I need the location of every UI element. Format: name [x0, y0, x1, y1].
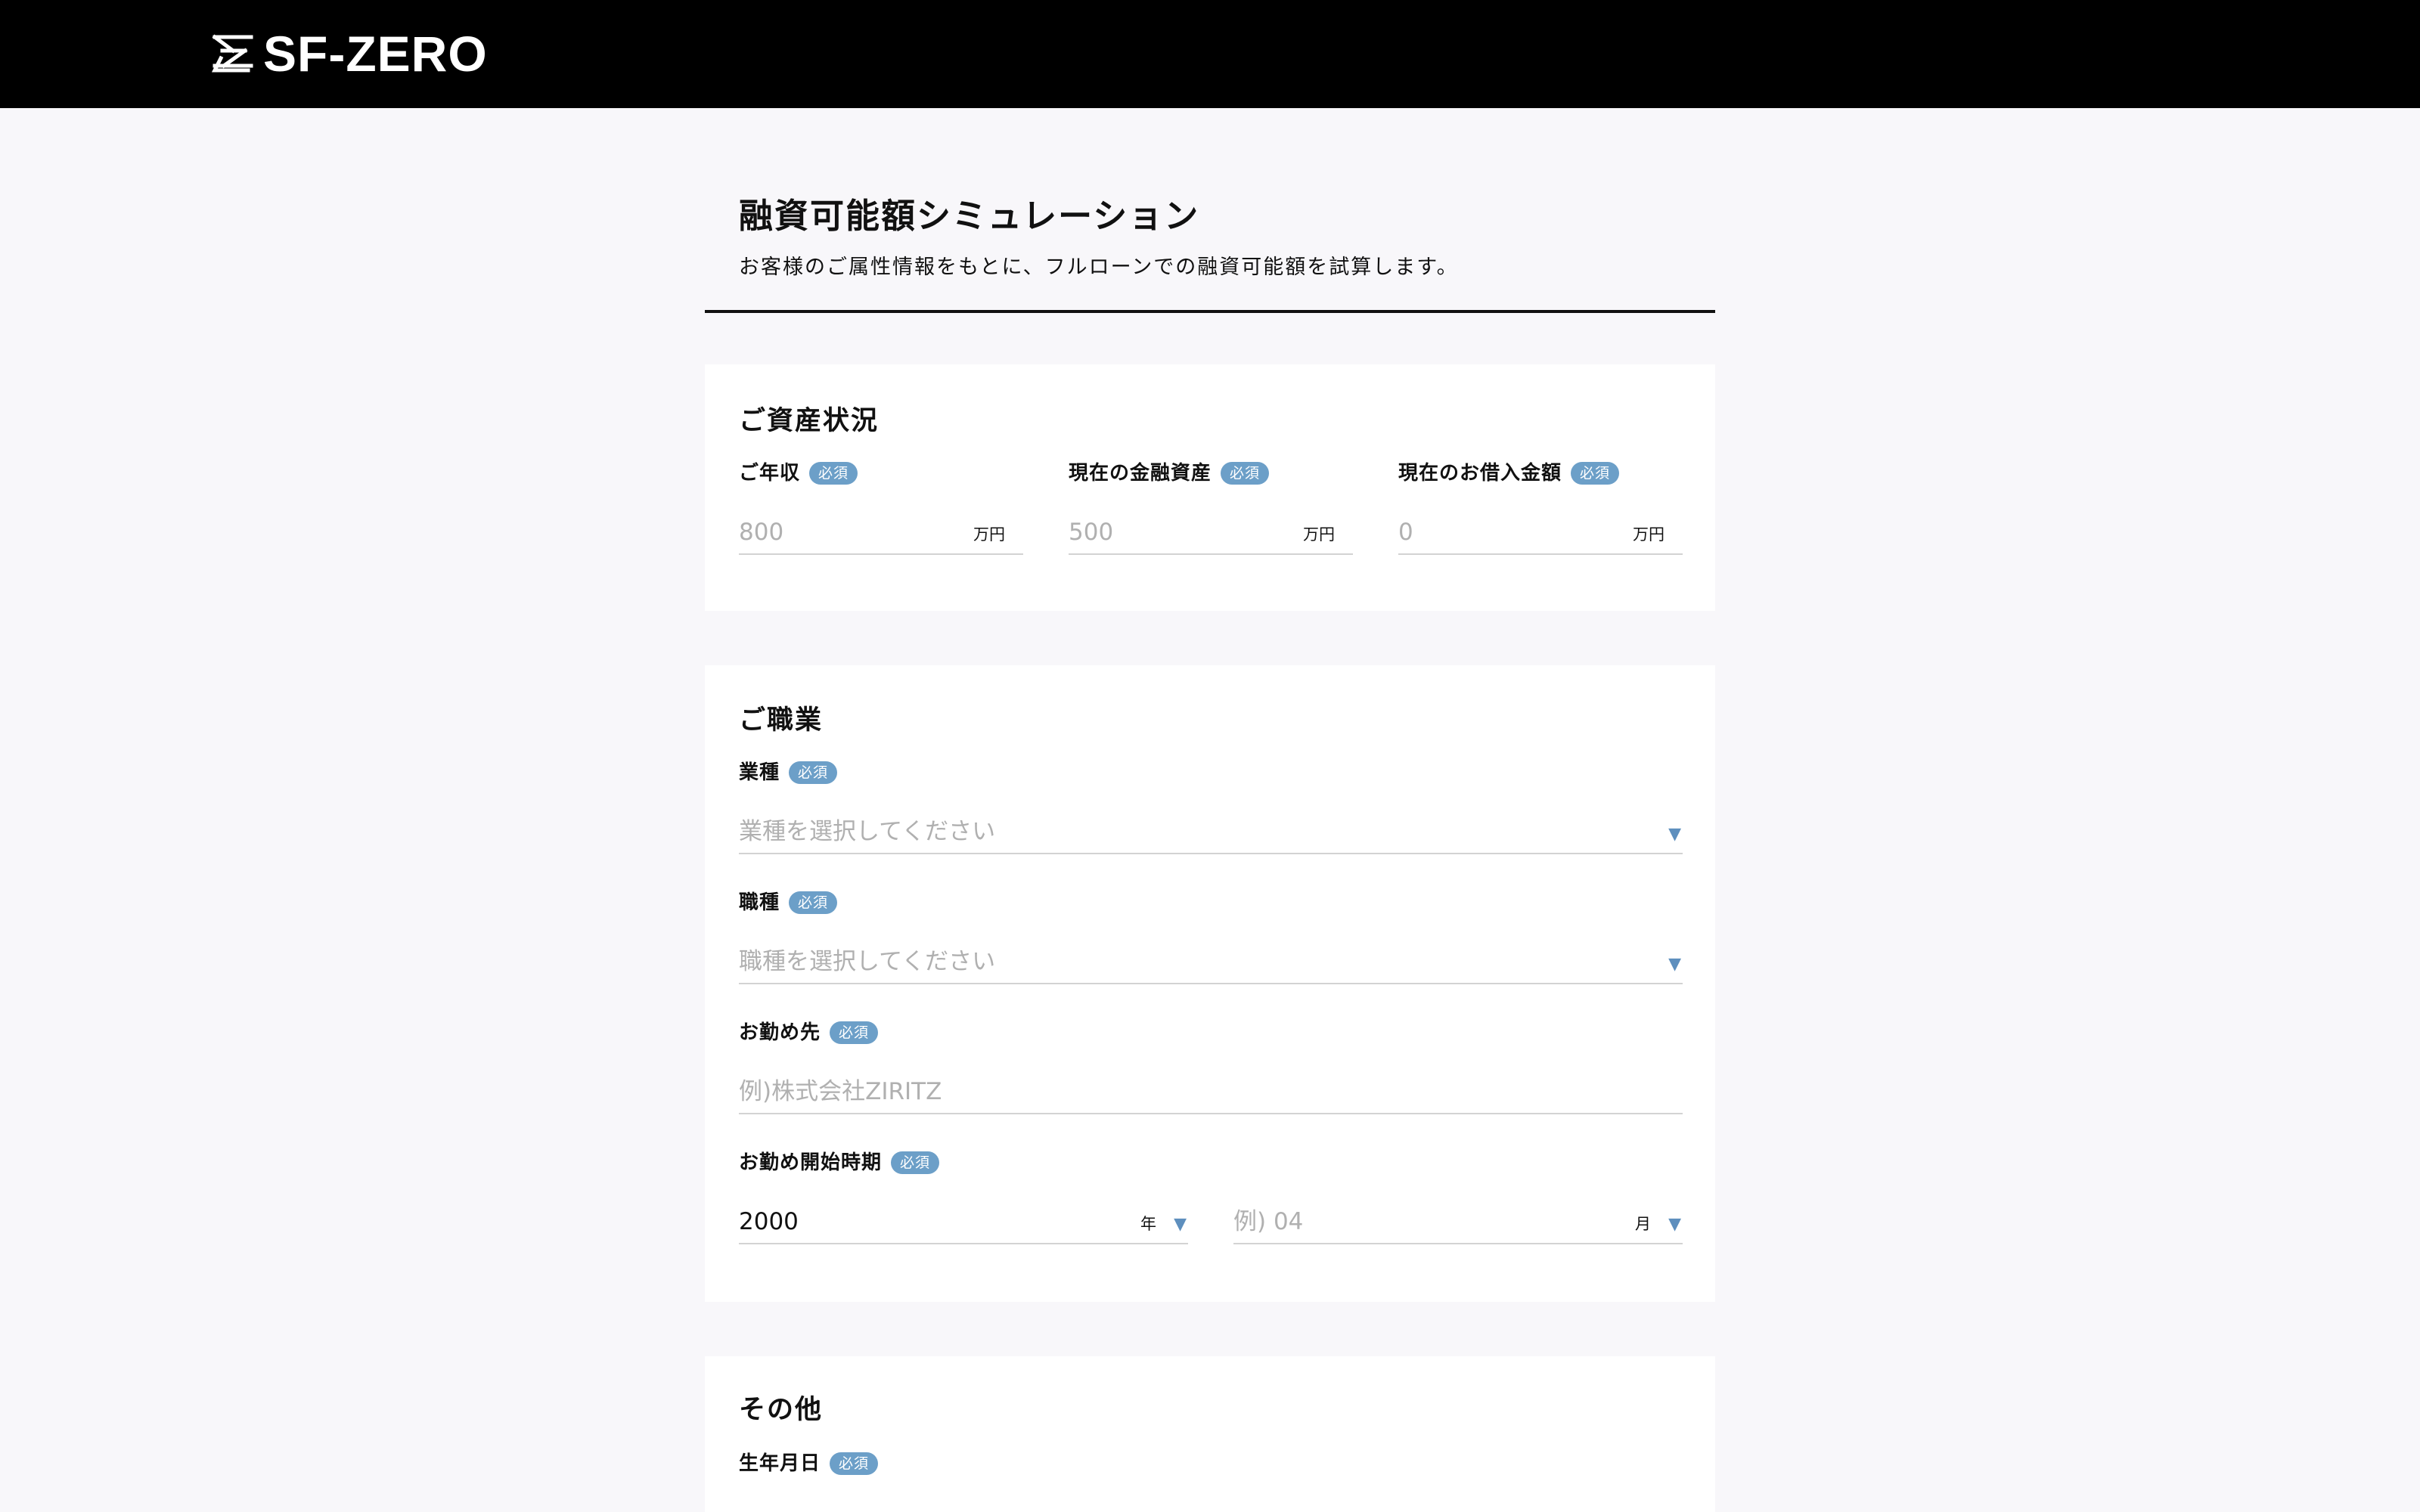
- other-card: その他 生年月日 必須: [705, 1356, 1715, 1512]
- birthdate-label-text: 生年月日: [739, 1452, 821, 1475]
- industry-select[interactable]: 業種を選択してください ▼: [739, 810, 1683, 854]
- industry-label-text: 業種: [739, 761, 780, 784]
- employer-input[interactable]: 例)株式会社ZIRITZ: [739, 1070, 1683, 1114]
- current-debt-label: 現在のお借入金額 必須: [1398, 458, 1620, 488]
- annual-income-label: ご年収 必須: [739, 458, 858, 488]
- birthdate-label: 生年月日 必須: [739, 1448, 879, 1479]
- annual-income-placeholder: 800: [739, 519, 784, 546]
- employer-placeholder: 例)株式会社ZIRITZ: [739, 1078, 942, 1105]
- annual-income-input[interactable]: 800 万円: [739, 511, 1023, 555]
- caret-down-icon: ▼: [1668, 825, 1681, 844]
- assets-title: ご資産状況: [739, 406, 880, 436]
- annual-income-label-text: ご年収: [739, 462, 801, 485]
- occupation-title: ご職業: [739, 705, 824, 736]
- occupation-card: ご職業 業種 必須 業種を選択してください ▼ 職種 必須 職種を選択してくださ…: [705, 665, 1715, 1302]
- financial-assets-label: 現在の金融資産 必須: [1069, 458, 1270, 488]
- page-description: お客様のご属性情報をもとに、フルローンでの融資可能額を試算します。: [739, 256, 1459, 279]
- start-year-select[interactable]: 2000 年 ▼: [739, 1201, 1188, 1244]
- required-badge: 必須: [1221, 462, 1270, 485]
- other-title: その他: [739, 1395, 824, 1425]
- start-month-unit: 月: [1635, 1215, 1651, 1233]
- start-year-value: 2000: [739, 1208, 799, 1235]
- logo[interactable]: SF-ZERO: [210, 29, 488, 79]
- employer-label: お勤め先 必須: [739, 1018, 879, 1048]
- current-debt-unit: 万円: [1633, 525, 1665, 544]
- required-badge: 必須: [809, 462, 858, 485]
- required-badge: 必須: [830, 1021, 879, 1044]
- logo-text: SF-ZERO: [263, 26, 488, 82]
- annual-income-unit: 万円: [973, 525, 1005, 544]
- financial-assets-input[interactable]: 500 万円: [1069, 511, 1353, 555]
- financial-assets-placeholder: 500: [1069, 519, 1114, 546]
- financial-assets-label-text: 現在の金融資産: [1069, 462, 1212, 485]
- site-header: SF-ZERO: [0, 0, 2420, 108]
- required-badge: 必須: [1571, 462, 1620, 485]
- job-type-label: 職種 必須: [739, 888, 838, 918]
- industry-label: 業種 必須: [739, 758, 838, 788]
- required-badge: 必須: [830, 1452, 879, 1475]
- caret-down-icon: ▼: [1668, 1215, 1681, 1234]
- start-year-unit: 年: [1140, 1215, 1156, 1233]
- employment-start-label-text: お勤め開始時期: [739, 1151, 883, 1174]
- employment-start-label: お勤め開始時期 必須: [739, 1148, 940, 1178]
- industry-placeholder: 業種を選択してください: [739, 818, 996, 845]
- assets-card: ご資産状況 ご年収 必須 800 万円 現在の金融資産 必須 500 万円 現在…: [705, 364, 1715, 611]
- current-debt-placeholder: 0: [1398, 519, 1413, 546]
- caret-down-icon: ▼: [1174, 1215, 1187, 1234]
- job-type-placeholder: 職種を選択してください: [739, 948, 996, 975]
- logo-mark-icon: [211, 34, 253, 73]
- caret-down-icon: ▼: [1668, 955, 1681, 974]
- required-badge: 必須: [789, 761, 838, 784]
- page-heading: 融資可能額シミュレーション お客様のご属性情報をもとに、フルローンでの融資可能額…: [705, 189, 1715, 313]
- required-badge: 必須: [891, 1151, 940, 1174]
- employer-label-text: お勤め先: [739, 1021, 821, 1044]
- current-debt-input[interactable]: 0 万円: [1398, 511, 1683, 555]
- job-type-label-text: 職種: [739, 891, 780, 914]
- current-debt-label-text: 現在のお借入金額: [1398, 462, 1562, 485]
- required-badge: 必須: [789, 891, 838, 914]
- start-month-select[interactable]: 例) 04 月 ▼: [1233, 1201, 1683, 1244]
- job-type-select[interactable]: 職種を選択してください ▼: [739, 940, 1683, 984]
- financial-assets-unit: 万円: [1303, 525, 1335, 544]
- page-title: 融資可能額シミュレーション: [739, 196, 1200, 236]
- start-month-placeholder: 例) 04: [1233, 1208, 1304, 1235]
